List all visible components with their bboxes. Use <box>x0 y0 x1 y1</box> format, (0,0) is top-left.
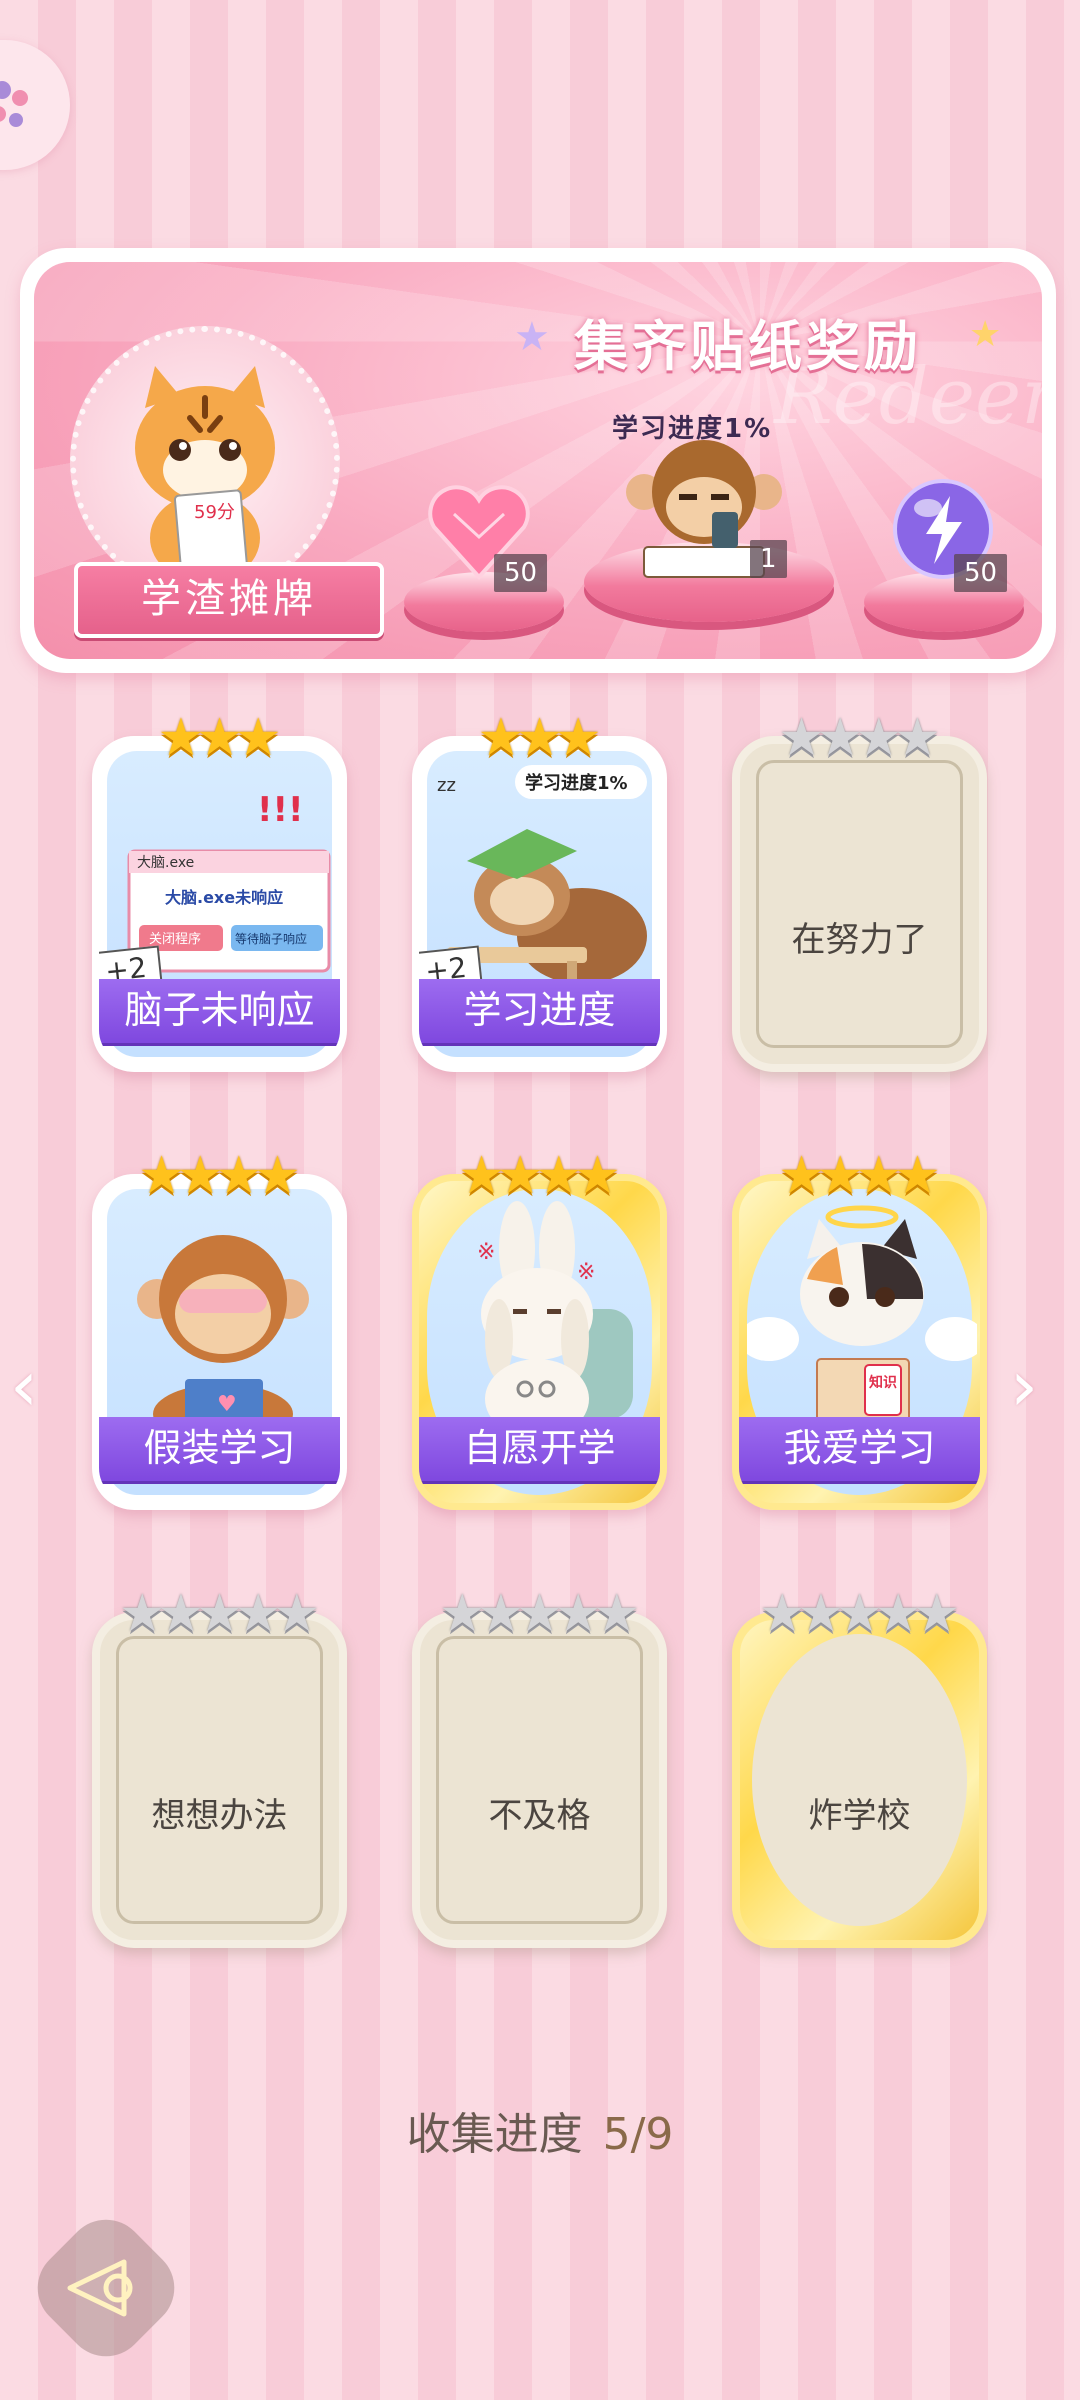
sticker-card-label: 假装学习 <box>99 1417 340 1481</box>
flower-menu-icon <box>0 81 28 127</box>
tiger-character-icon: 59分 <box>135 366 275 583</box>
svg-text:59分: 59分 <box>194 502 235 523</box>
sticker-card-label: 脑子未响应 <box>99 979 340 1043</box>
star-rating: ★★★★ <box>732 1150 987 1210</box>
svg-text:※: ※ <box>477 1240 495 1265</box>
angel-cat-icon: 知识 <box>739 1205 980 1430</box>
svg-text:※: ※ <box>577 1260 595 1285</box>
back-arrow-icon <box>67 2259 133 2317</box>
prev-page-arrow-icon[interactable]: ‹ <box>10 1345 38 1427</box>
star-icon: ★ <box>574 1146 621 1206</box>
star-icon: ★ <box>273 1584 321 1644</box>
locked-card-label: 在努力了 <box>791 920 928 960</box>
monkey-reading-icon: ♥ <box>137 1235 309 1444</box>
star-rating: ★★★★ <box>412 1150 667 1210</box>
locked-card-label: 炸学校 <box>808 1796 911 1836</box>
locked-card-label: 不及格 <box>488 1796 591 1836</box>
locked-card-label: 想想办法 <box>151 1796 288 1836</box>
svg-text:大脑.exe未响应: 大脑.exe未响应 <box>165 888 283 907</box>
svg-text:学习进度1%: 学习进度1% <box>525 772 628 794</box>
bunny-chained-icon: ※ ※ <box>477 1201 633 1439</box>
sticker-card-label: 我爱学习 <box>739 1417 980 1481</box>
svg-text:等待脑子响应: 等待脑子响应 <box>235 931 307 946</box>
collection-progress-value: 5/9 <box>602 2109 674 2160</box>
reward-count: 50 <box>494 554 548 592</box>
sticker-card[interactable]: ♥ 假装学习 ★★★★ <box>92 1150 347 1510</box>
star-icon: ★ <box>913 1584 961 1644</box>
star-rating: ★★★ <box>412 712 667 772</box>
character-nameplate: 学渣摊牌 <box>74 562 384 638</box>
collection-progress-label: 收集进度 <box>406 2109 583 2160</box>
menu-button[interactable] <box>0 40 70 170</box>
sticker-card-locked[interactable]: 炸学校 ★★★★★ <box>732 1588 987 1948</box>
sticker-card-locked[interactable]: 不及格 ★★★★★ <box>412 1588 667 1948</box>
sticker-card[interactable]: zz 学习进度1% +2 学习进度 ★★★ <box>412 712 667 1072</box>
star-icon: ★ <box>593 1584 641 1644</box>
star-icon: ★ <box>254 1146 301 1206</box>
sticker-card-label: 自愿开学 <box>419 1417 660 1481</box>
reward-count: 50 <box>954 554 1008 592</box>
star-rating: ★★★★★ <box>412 1588 667 1648</box>
sticker-card[interactable]: !!! 大脑.exe 大脑.exe未响应 关闭程序 等待脑子响应 +2 脑子未响… <box>92 712 347 1072</box>
sticker-card[interactable]: 知识 我爱学习 ★★★★ <box>732 1150 987 1510</box>
svg-text:zz: zz <box>437 775 456 796</box>
star-rating: ★★★ <box>92 712 347 772</box>
sticker-card-label: 学习进度 <box>419 979 660 1043</box>
star-rating: ★★★★★ <box>92 1588 347 1648</box>
star-decoration-icon: ★ <box>969 314 1002 355</box>
star-rating: ★★★★★ <box>732 1588 987 1648</box>
reward-title: 集齐贴纸奖励 <box>574 315 922 378</box>
star-rating: ★★★★ <box>732 712 987 772</box>
reward-banner: Redeem ★ 集齐贴纸奖励 ★ 59分 学渣摊牌 50 学习进度1% <box>20 248 1056 673</box>
next-page-arrow-icon[interactable]: › <box>1010 1345 1038 1427</box>
svg-text:大脑.exe: 大脑.exe <box>137 855 194 871</box>
svg-text:知识: 知识 <box>869 1374 897 1391</box>
star-icon: ★ <box>894 1146 941 1206</box>
svg-text:!!!: !!! <box>257 790 304 830</box>
star-decoration-icon: ★ <box>514 314 550 360</box>
svg-text:♥: ♥ <box>217 1392 237 1417</box>
reward-count: 1 <box>750 540 787 578</box>
star-rating: ★★★★ <box>92 1150 347 1210</box>
collection-progress: 收集进度 5/9 <box>0 2098 1080 2162</box>
sticker-card-locked[interactable]: 在努力了 ★★★★ <box>732 712 987 1072</box>
star-icon: ★ <box>554 708 602 768</box>
sticker-card[interactable]: ※ ※ 自愿开学 ★★★★ <box>412 1150 667 1510</box>
star-icon: ★ <box>894 708 941 768</box>
star-icon: ★ <box>234 708 282 768</box>
sticker-card-locked[interactable]: 想想办法 ★★★★★ <box>92 1588 347 1948</box>
